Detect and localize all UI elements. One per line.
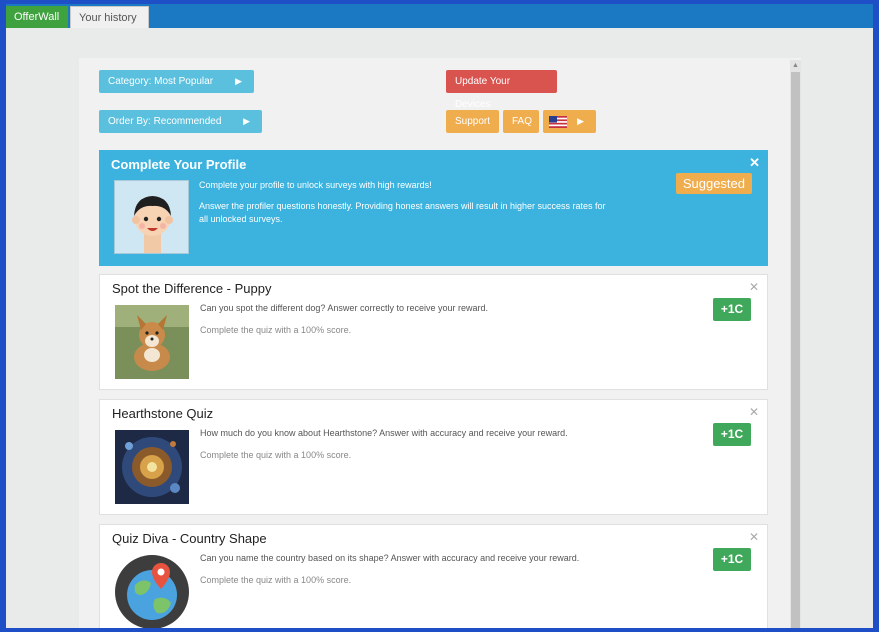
offer-thumbnail-puppy (115, 305, 189, 379)
tab-your-history[interactable]: Your history (70, 6, 149, 28)
offer-card[interactable]: Spot the Difference - Puppy ✕ Can you sp… (99, 274, 768, 390)
scroll-up-arrow-icon[interactable]: ▲ (790, 62, 801, 70)
category-label: Category: Most Popular (108, 76, 214, 87)
profile-card-line-3: all unlocked surveys. (199, 214, 283, 224)
avatar (114, 180, 189, 254)
offerwall-panel: Category: Most Popular ▶ Order By: Recom… (79, 58, 801, 628)
top-tab-bar: OfferWall Your history (6, 4, 873, 28)
caret-right-icon: ▶ (243, 116, 250, 126)
offer-description: Can you name the country based on its sh… (200, 553, 580, 563)
offer-title: Spot the Difference - Puppy (112, 281, 272, 296)
offer-requirement: Complete the quiz with a 100% score. (200, 450, 352, 460)
category-dropdown[interactable]: Category: Most Popular ▶ (99, 70, 254, 93)
complete-profile-card[interactable]: Complete Your Profile ✕ Complete your pr… (99, 150, 768, 266)
scrollbar[interactable]: ▲ (790, 60, 801, 628)
offer-description: How much do you know about Hearthstone? … (200, 428, 568, 438)
offer-title: Quiz Diva - Country Shape (112, 531, 267, 546)
update-devices-button[interactable]: Update Your Devices (446, 70, 557, 110)
reward-button[interactable]: +1C (713, 298, 751, 321)
close-icon[interactable]: ✕ (749, 405, 759, 419)
close-icon[interactable]: ✕ (749, 280, 759, 294)
profile-card-line-2: Answer the profiler questions honestly. … (199, 201, 606, 211)
offer-description: Can you spot the different dog? Answer c… (200, 303, 488, 313)
support-button[interactable]: Support (446, 110, 499, 133)
close-icon[interactable]: ✕ (749, 155, 760, 171)
order-by-label: Order By: Recommended (108, 116, 222, 127)
caret-right-icon: ▶ (235, 76, 242, 86)
offer-title: Hearthstone Quiz (112, 406, 214, 421)
profile-card-title: Complete Your Profile (111, 157, 247, 172)
app-frame: OfferWall Your history Category: Most Po… (6, 4, 873, 628)
faq-button[interactable]: FAQ (503, 110, 539, 133)
profile-card-line-1: Complete your profile to unlock surveys … (199, 180, 432, 190)
offer-requirement: Complete the quiz with a 100% score. (200, 325, 352, 335)
reward-button[interactable]: +1C (713, 423, 751, 446)
order-by-dropdown[interactable]: Order By: Recommended ▶ (99, 110, 262, 133)
reward-button[interactable]: +1C (713, 548, 751, 571)
scrollbar-thumb[interactable] (791, 72, 800, 628)
offer-card[interactable]: Hearthstone Quiz ✕ How much do you know … (99, 399, 768, 515)
globe-pin-icon (115, 555, 189, 628)
tab-offerwall[interactable]: OfferWall (6, 6, 68, 28)
offer-card[interactable]: Quiz Diva - Country Shape ✕ Can you name… (99, 524, 768, 628)
us-flag-icon (549, 116, 567, 128)
suggested-badge[interactable]: Suggested (675, 173, 752, 194)
caret-right-icon: ▶ (577, 116, 584, 126)
offer-thumbnail-hearthstone (115, 430, 189, 504)
close-icon[interactable]: ✕ (749, 530, 759, 544)
language-dropdown[interactable]: ▶ (543, 110, 596, 133)
offer-requirement: Complete the quiz with a 100% score. (200, 575, 352, 585)
